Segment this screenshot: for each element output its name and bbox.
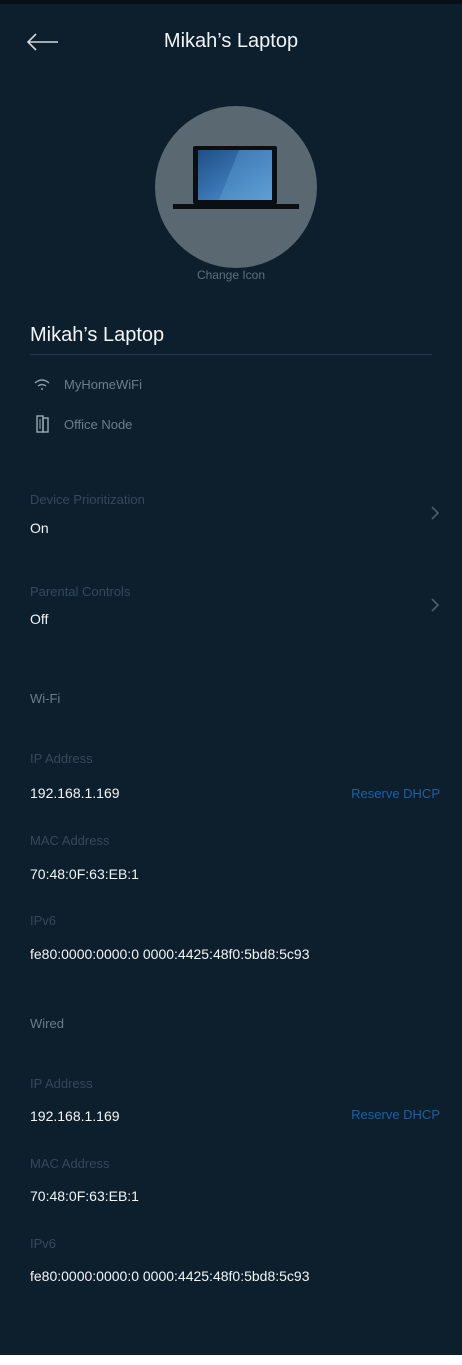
device-details-screen: Mikah’s Laptop Change Icon Mikah’s Lapto… — [0, 0, 462, 1365]
wifi-mac-label: MAC Address — [30, 833, 110, 848]
bottom-edge — [0, 1355, 462, 1365]
device-name[interactable]: Mikah’s Laptop — [30, 324, 164, 347]
wifi-icon — [30, 375, 54, 393]
laptop-icon — [173, 146, 299, 209]
wired-ipv6-value: fe80:0000:0000:0 0000:4425:48f0:5bd8:5c9… — [30, 1268, 310, 1284]
wired-mac-value: 70:48:0F:63:EB:1 — [30, 1188, 139, 1204]
wifi-ipv6-value: fe80:0000:0000:0 0000:4425:48f0:5bd8:5c9… — [30, 946, 310, 962]
device-prioritization-label: Device Prioritization — [30, 492, 145, 507]
header: Mikah’s Laptop — [0, 20, 462, 64]
node-name: Office Node — [64, 416, 133, 432]
chevron-right-icon[interactable] — [428, 596, 442, 614]
chevron-right-icon[interactable] — [428, 504, 442, 522]
change-icon-link[interactable]: Change Icon — [0, 268, 462, 282]
wired-ipv6-label: IPv6 — [30, 1236, 57, 1251]
wired-mac-label: MAC Address — [30, 1156, 110, 1171]
status-bar — [0, 0, 462, 4]
node-icon — [30, 415, 54, 433]
wired-ip-label: IP Address — [30, 1076, 93, 1091]
node-row: Office Node — [30, 413, 132, 435]
wifi-ipv6-label: IPv6 — [30, 913, 57, 928]
wifi-ip-value: 192.168.1.169 — [30, 785, 120, 801]
page-title: Mikah’s Laptop — [163, 30, 299, 52]
wired-ip-value: 192.168.1.169 — [30, 1108, 120, 1124]
wired-section-title: Wired — [30, 1016, 64, 1031]
wifi-mac-value: 70:48:0F:63:EB:1 — [30, 866, 139, 882]
wifi-section-title: Wi-Fi — [30, 691, 61, 706]
wired-reserve-dhcp-link[interactable]: Reserve DHCP — [351, 1107, 440, 1122]
wifi-ip-label: IP Address — [30, 751, 93, 766]
device-prioritization-value: On — [30, 520, 49, 536]
device-avatar[interactable] — [155, 106, 317, 268]
parental-controls-value: Off — [30, 611, 49, 627]
network-name: MyHomeWiFi — [64, 376, 142, 392]
divider — [30, 354, 432, 355]
network-row: MyHomeWiFi — [30, 373, 142, 395]
wifi-reserve-dhcp-link[interactable]: Reserve DHCP — [351, 786, 440, 801]
parental-controls-label: Parental Controls — [30, 584, 131, 599]
